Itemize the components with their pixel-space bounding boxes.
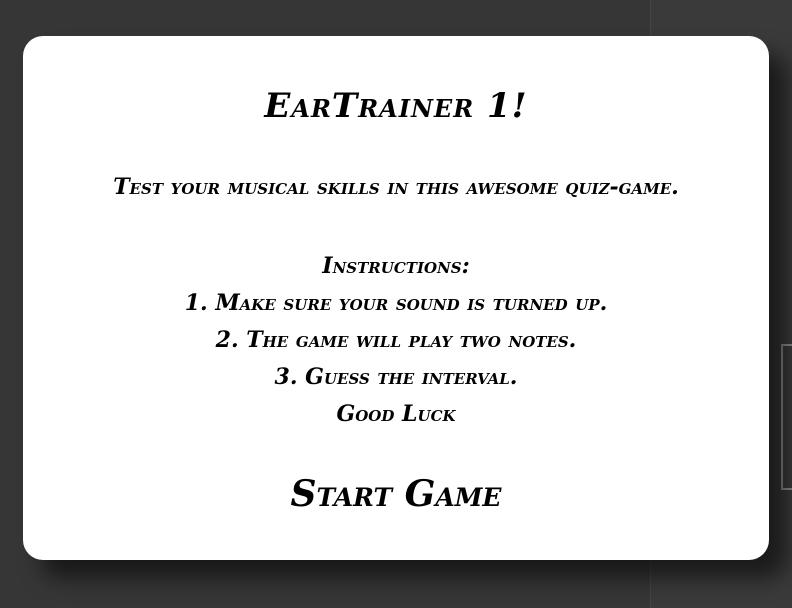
instructions-heading: Instructions: (322, 253, 470, 279)
instructions-block: Instructions: 1. Make sure your sound is… (23, 248, 769, 433)
game-tagline: Test your musical skills in this awesome… (113, 174, 679, 200)
start-modal: EarTrainer 1! Test your musical skills i… (23, 36, 769, 560)
start-game-button[interactable]: Start Game (263, 468, 529, 520)
instruction-step-3: 3. Guess the interval. (274, 364, 518, 390)
instructions-closing: Good Luck (336, 401, 456, 427)
instruction-step-2: 2. The game will play two notes. (215, 327, 577, 353)
game-title: EarTrainer 1! (264, 86, 528, 126)
instruction-step-1: 1. Make sure your sound is turned up. (184, 290, 608, 316)
background-widget-edge (781, 344, 792, 490)
